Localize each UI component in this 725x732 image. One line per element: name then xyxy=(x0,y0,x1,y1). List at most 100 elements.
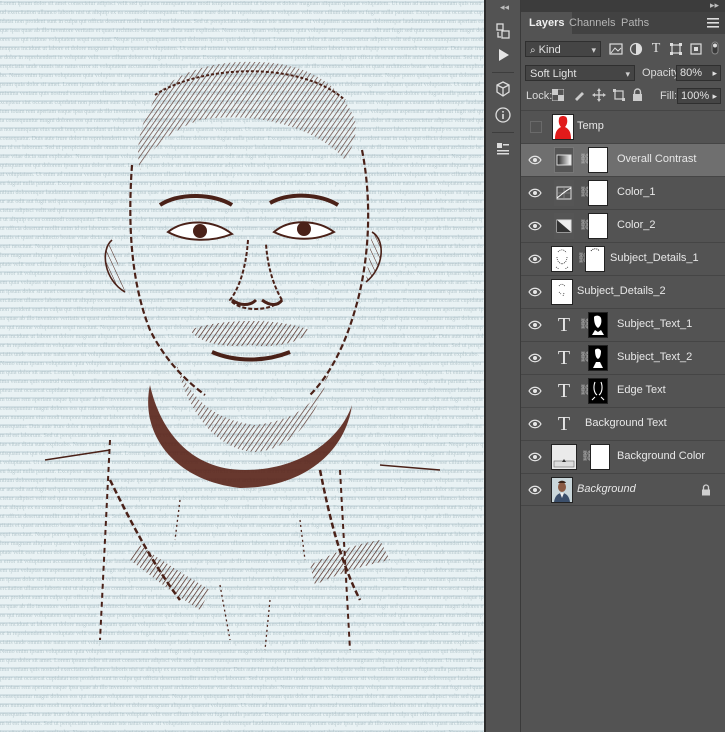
layer-row-temp[interactable]: Temp xyxy=(521,110,725,143)
panel-dock-strip: ◂◂ xyxy=(486,0,521,732)
link-icon[interactable]: ⛓ xyxy=(577,253,590,265)
layer-mask-thumbnail[interactable] xyxy=(588,180,608,206)
fill-label: Fill: xyxy=(660,90,678,102)
3d-icon[interactable] xyxy=(494,80,512,98)
link-icon[interactable]: ⛓ xyxy=(579,385,592,397)
layer-mask-thumbnail[interactable] xyxy=(588,312,608,338)
layer-row-subject-text-1[interactable]: T ⛓ Subject_Text_1 xyxy=(521,308,725,341)
layer-mask-thumbnail[interactable] xyxy=(590,444,610,470)
lock-label: Lock: xyxy=(526,90,553,102)
eye-icon[interactable] xyxy=(528,220,542,232)
type-layer-icon: T xyxy=(557,380,571,402)
eye-icon[interactable] xyxy=(528,418,542,430)
type-filter-icon[interactable]: T xyxy=(649,42,663,56)
link-icon[interactable]: ⛓ xyxy=(579,352,592,364)
curves-adjustment-icon xyxy=(554,180,574,206)
eye-icon[interactable] xyxy=(528,154,542,166)
link-icon[interactable]: ⛓ xyxy=(579,187,592,199)
link-icon[interactable]: ⛓ xyxy=(579,220,592,232)
fill-value: 100% xyxy=(681,90,710,102)
eye-icon[interactable] xyxy=(528,385,542,397)
document-canvas[interactable]: Lorem ipsum dolor sit amet consectetur a… xyxy=(0,0,484,732)
layer-name[interactable]: Subject_Text_1 xyxy=(617,318,692,330)
eye-icon[interactable] xyxy=(528,187,542,199)
layer-name[interactable]: Subject_Details_2 xyxy=(577,285,666,297)
layer-row-subject-details-2[interactable]: Subject_Details_2 xyxy=(521,275,725,308)
layer-mask-thumbnail[interactable] xyxy=(588,378,608,404)
link-icon[interactable]: ⛓ xyxy=(579,154,592,166)
collapse-dock-icon[interactable]: ◂◂ xyxy=(500,2,509,13)
link-icon[interactable]: ⛓ xyxy=(581,451,594,463)
prevent-autonest-icon[interactable] xyxy=(613,89,625,101)
eye-icon[interactable] xyxy=(528,352,542,364)
dock-separator xyxy=(492,72,514,73)
chevron-down-icon: ▾ xyxy=(591,45,596,55)
lock-image-pixels-icon[interactable] xyxy=(573,89,585,101)
layer-row-color-1[interactable]: ⛓ Color_1 xyxy=(521,176,725,209)
layer-name[interactable]: Color_1 xyxy=(617,186,656,198)
red-silhouette-icon xyxy=(555,116,571,139)
play-action-icon[interactable] xyxy=(494,46,512,64)
layer-name[interactable]: Temp xyxy=(577,120,604,132)
lock-all-icon[interactable] xyxy=(632,88,643,101)
layer-thumbnail xyxy=(552,114,574,140)
eye-icon[interactable] xyxy=(528,286,542,298)
visibility-toggle-off[interactable] xyxy=(530,121,542,133)
blend-mode-dropdown[interactable]: Soft Light ▾ xyxy=(525,65,635,81)
eye-icon[interactable] xyxy=(528,319,542,331)
layer-row-edge-text[interactable]: T ⛓ Edge Text xyxy=(521,374,725,407)
filter-kind-label: Kind xyxy=(538,44,561,56)
layer-mask-thumbnail[interactable] xyxy=(588,213,608,239)
layer-name[interactable]: Background Text xyxy=(585,417,667,429)
filter-toggle[interactable] xyxy=(709,41,721,55)
lock-icon[interactable] xyxy=(701,484,711,496)
properties-icon[interactable] xyxy=(494,140,512,158)
layer-name[interactable]: Color_2 xyxy=(617,219,656,231)
link-icon[interactable]: ⛓ xyxy=(579,319,592,331)
lock-position-icon[interactable] xyxy=(592,88,606,102)
eye-icon[interactable] xyxy=(528,253,542,265)
layer-filter-dropdown[interactable]: ⌕ Kind ▾ xyxy=(525,41,601,57)
opacity-field[interactable]: 80% ▸ xyxy=(676,65,721,81)
gradient-map-adjustment-icon xyxy=(554,213,574,239)
layer-row-background-color[interactable]: ⛓ Background Color xyxy=(521,440,725,473)
layer-thumbnail xyxy=(551,477,573,503)
layer-name[interactable]: Background xyxy=(577,483,636,495)
image-filter-icon[interactable] xyxy=(609,42,623,56)
opacity-value: 80% xyxy=(680,67,703,79)
type-layer-icon: T xyxy=(557,347,571,369)
hamburger-menu-icon[interactable] xyxy=(707,16,719,31)
layer-mask-thumbnail[interactable] xyxy=(585,246,605,272)
layer-name[interactable]: Edge Text xyxy=(617,384,666,396)
layer-name[interactable]: Subject_Text_2 xyxy=(617,351,692,363)
history-icon[interactable] xyxy=(494,22,512,40)
type-layer-icon: T xyxy=(557,413,571,435)
smart-object-filter-icon[interactable] xyxy=(689,42,703,56)
layer-mask-thumbnail[interactable] xyxy=(588,147,608,173)
tab-paths[interactable]: Paths xyxy=(613,12,657,34)
eye-icon[interactable] xyxy=(528,451,542,463)
chevron-down-icon: ▸ xyxy=(712,68,717,78)
layer-row-subject-text-2[interactable]: T ⛓ Subject_Text_2 xyxy=(521,341,725,374)
layer-row-subject-details-1[interactable]: ⛓ Subject_Details_1 xyxy=(521,242,725,275)
info-icon[interactable] xyxy=(494,106,512,124)
layers-panel: ▸▸ Layers Channels Paths ⌕ Kind ▾ T Soft… xyxy=(521,0,725,732)
layer-name[interactable]: Subject_Details_1 xyxy=(610,252,699,264)
fill-field[interactable]: 100% ▸ xyxy=(677,88,721,104)
eye-icon[interactable] xyxy=(528,484,542,496)
layer-row-overall-contrast[interactable]: ⛓ Overall Contrast xyxy=(521,143,725,176)
layer-row-color-2[interactable]: ⛓ Color_2 xyxy=(521,209,725,242)
layer-thumbnail xyxy=(551,279,573,305)
dock-separator xyxy=(492,132,514,133)
layer-name[interactable]: Background Color xyxy=(617,450,705,462)
portrait-artwork xyxy=(44,61,441,651)
layers-empty-area[interactable] xyxy=(521,509,725,732)
layer-row-background-text[interactable]: T Background Text xyxy=(521,407,725,440)
layer-mask-thumbnail[interactable] xyxy=(588,345,608,371)
collapse-panel-icon[interactable]: ▸▸ xyxy=(710,0,719,11)
layer-name[interactable]: Overall Contrast xyxy=(617,153,696,165)
shape-filter-icon[interactable] xyxy=(669,42,683,56)
lock-transparent-pixels-icon[interactable] xyxy=(551,88,565,102)
layer-row-background[interactable]: Background xyxy=(521,473,725,506)
adjustment-filter-icon[interactable] xyxy=(629,42,643,56)
